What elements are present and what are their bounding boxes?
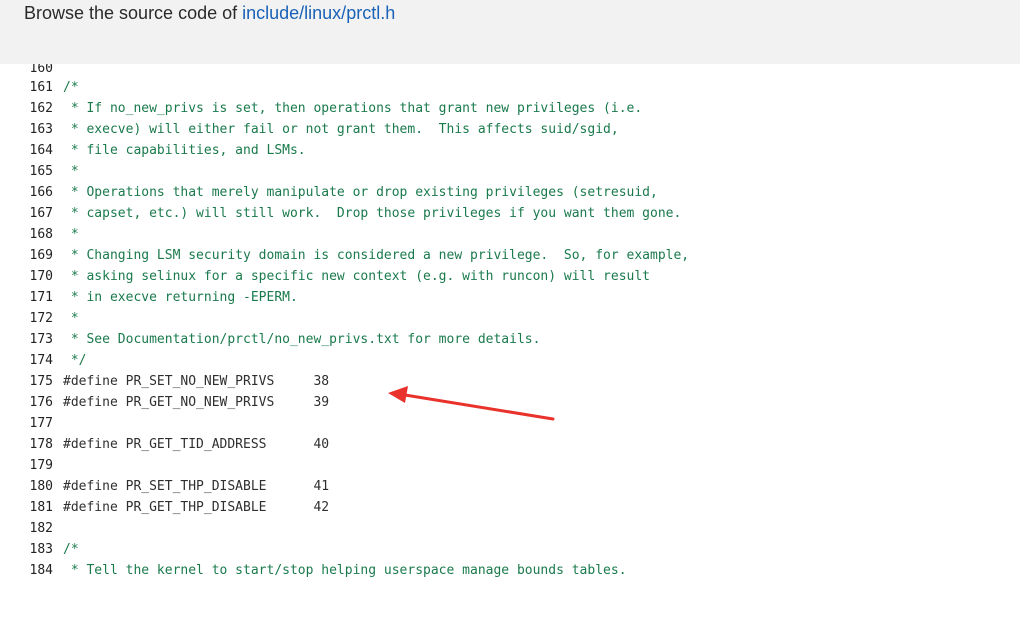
- line-number[interactable]: 176: [16, 392, 53, 413]
- line-number[interactable]: 182: [16, 518, 53, 539]
- line-code: * file capabilities, and LSMs.: [63, 143, 306, 158]
- line-number[interactable]: 160: [16, 64, 53, 77]
- line-number[interactable]: 163: [16, 119, 53, 140]
- file-path-link[interactable]: include/linux/prctl.h: [242, 3, 395, 23]
- line-number[interactable]: 180: [16, 476, 53, 497]
- code-line-162: 162 * If no_new_privs is set, then opera…: [16, 98, 1020, 119]
- code-line-181: 181 #define PR_GET_THP_DISABLE 42: [16, 497, 1020, 518]
- line-code: * Operations that merely manipulate or d…: [63, 185, 658, 200]
- code-line-169: 169 * Changing LSM security domain is co…: [16, 245, 1020, 266]
- code-line-171: 171 * in execve returning -EPERM.: [16, 287, 1020, 308]
- line-number[interactable]: 179: [16, 455, 53, 476]
- line-number[interactable]: 167: [16, 203, 53, 224]
- line-code: #define PR_GET_NO_NEW_PRIVS 39: [63, 395, 330, 410]
- line-code: *: [63, 311, 79, 326]
- code-line-175: 175 #define PR_SET_NO_NEW_PRIVS 38: [16, 371, 1020, 392]
- line-number[interactable]: 173: [16, 329, 53, 350]
- code-line-184: 184 * Tell the kernel to start/stop help…: [16, 560, 1020, 581]
- line-code: * execve) will either fail or not grant …: [63, 122, 619, 137]
- line-number[interactable]: 161: [16, 77, 53, 98]
- line-number[interactable]: 162: [16, 98, 53, 119]
- line-code: * capset, etc.) will still work. Drop th…: [63, 206, 682, 221]
- code-line-177: 177: [16, 413, 1020, 434]
- line-number[interactable]: 175: [16, 371, 53, 392]
- code-line-172: 172 *: [16, 308, 1020, 329]
- line-code: #define PR_SET_THP_DISABLE 41: [63, 479, 330, 494]
- line-number[interactable]: 183: [16, 539, 53, 560]
- code-line-183: 183 /*: [16, 539, 1020, 560]
- code-line-164: 164 * file capabilities, and LSMs.: [16, 140, 1020, 161]
- line-code: * in execve returning -EPERM.: [63, 290, 298, 305]
- line-code: #define PR_SET_NO_NEW_PRIVS 38: [63, 374, 330, 389]
- line-number[interactable]: 184: [16, 560, 53, 581]
- line-number[interactable]: 177: [16, 413, 53, 434]
- code-line-179: 179: [16, 455, 1020, 476]
- code-view: 160 161 /* 162 * If no_new_privs is set, t…: [16, 64, 1020, 604]
- line-code: *: [63, 227, 79, 242]
- line-code: *: [63, 164, 79, 179]
- line-code: * Tell the kernel to start/stop helping …: [63, 563, 627, 578]
- line-code: /*: [63, 542, 79, 557]
- code-line-176: 176 #define PR_GET_NO_NEW_PRIVS 39: [16, 392, 1020, 413]
- line-number[interactable]: 178: [16, 434, 53, 455]
- code-line-170: 170 * asking selinux for a specific new …: [16, 266, 1020, 287]
- code-line-174: 174 */: [16, 350, 1020, 371]
- line-code: /*: [63, 80, 79, 95]
- page-header: Browse the source code of include/linux/…: [0, 0, 1020, 64]
- line-code: * Changing LSM security domain is consid…: [63, 248, 690, 263]
- line-number[interactable]: 171: [16, 287, 53, 308]
- code-line-180: 180 #define PR_SET_THP_DISABLE 41: [16, 476, 1020, 497]
- line-number[interactable]: 169: [16, 245, 53, 266]
- line-code: * See Documentation/prctl/no_new_privs.t…: [63, 332, 541, 347]
- code-line-173: 173 * See Documentation/prctl/no_new_pri…: [16, 329, 1020, 350]
- code-line-168: 168 *: [16, 224, 1020, 245]
- line-number[interactable]: 164: [16, 140, 53, 161]
- code-line-182: 182: [16, 518, 1020, 539]
- code-line-163: 163 * execve) will either fail or not gr…: [16, 119, 1020, 140]
- line-number[interactable]: 172: [16, 308, 53, 329]
- code-line-161: 161 /*: [16, 77, 1020, 98]
- line-number[interactable]: 170: [16, 266, 53, 287]
- code-line-165: 165 *: [16, 161, 1020, 182]
- line-code: #define PR_GET_THP_DISABLE 42: [63, 500, 330, 515]
- line-code: * If no_new_privs is set, then operation…: [63, 101, 643, 116]
- line-code: */: [63, 353, 87, 368]
- line-number[interactable]: 174: [16, 350, 53, 371]
- page-title-prefix: Browse the source code of: [24, 3, 243, 23]
- line-code: * asking selinux for a specific new cont…: [63, 269, 650, 284]
- line-code: #define PR_GET_TID_ADDRESS 40: [63, 437, 330, 452]
- line-number[interactable]: 181: [16, 497, 53, 518]
- code-line-partial: 160: [16, 64, 1020, 77]
- line-number[interactable]: 166: [16, 182, 53, 203]
- code-line-167: 167 * capset, etc.) will still work. Dro…: [16, 203, 1020, 224]
- code-lines: 161 /* 162 * If no_new_privs is set, then …: [16, 77, 1020, 581]
- line-number[interactable]: 165: [16, 161, 53, 182]
- code-line-178: 178 #define PR_GET_TID_ADDRESS 40: [16, 434, 1020, 455]
- page-title: Browse the source code of include/linux/…: [24, 3, 395, 24]
- code-line-166: 166 * Operations that merely manipulate …: [16, 182, 1020, 203]
- line-number[interactable]: 168: [16, 224, 53, 245]
